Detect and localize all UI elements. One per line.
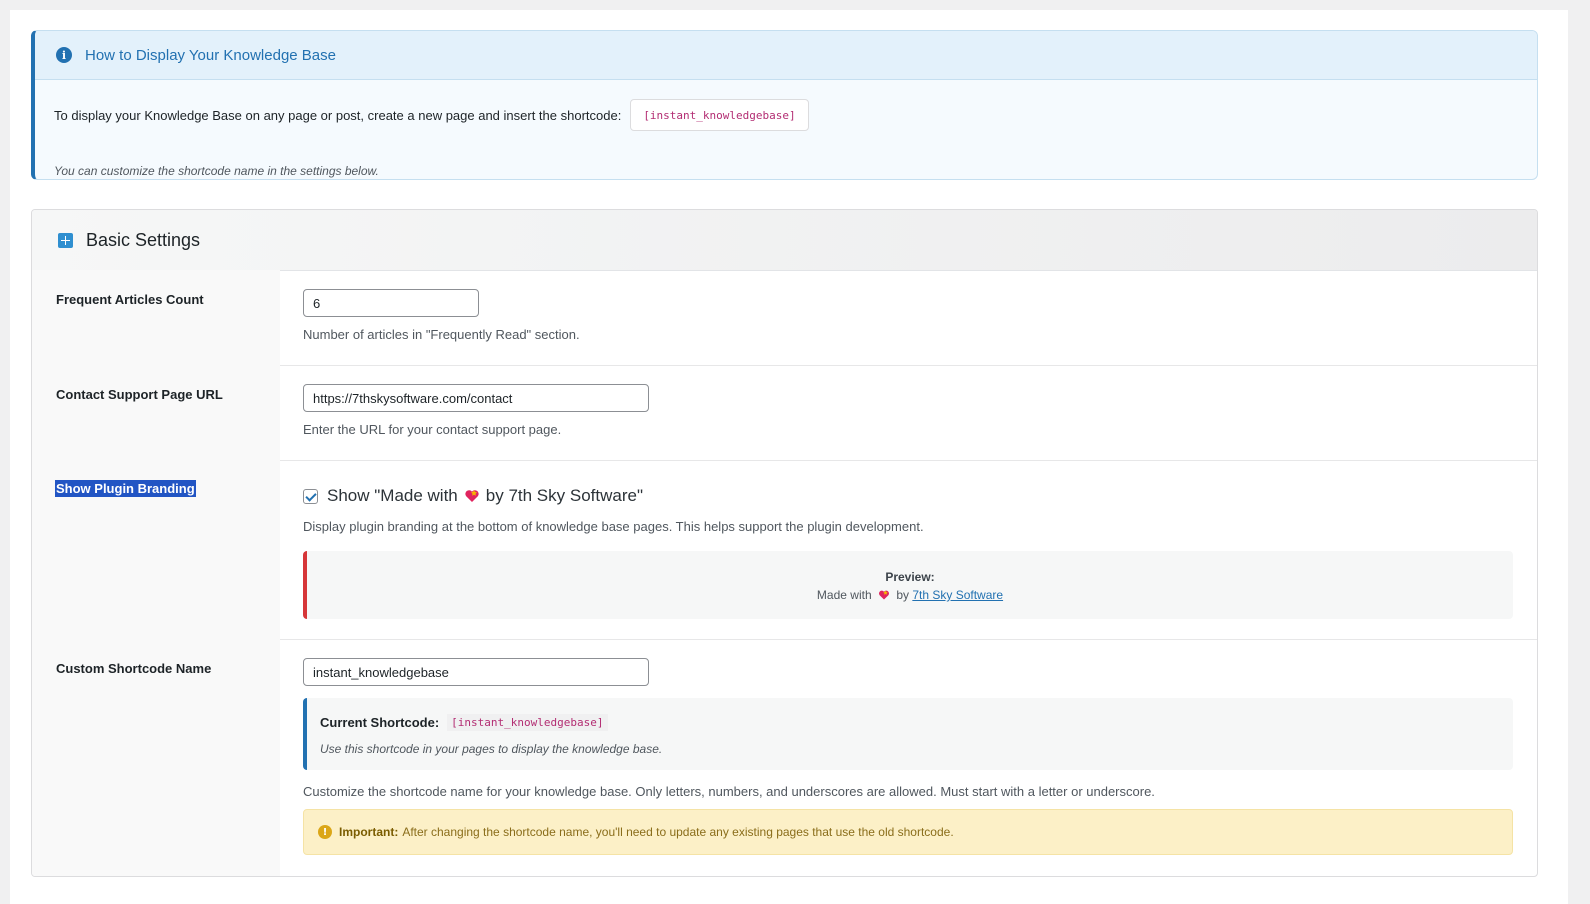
branding-checkbox-suffix: by 7th Sky Software" (485, 486, 643, 505)
setting-row-contact-url: Contact Support Page URL Enter the URL f… (32, 365, 1537, 461)
shortcode-name-input[interactable] (303, 658, 649, 686)
branding-label: Show Plugin Branding (55, 480, 196, 497)
contact-url-label: Contact Support Page URL (56, 387, 223, 402)
heart-icon (465, 490, 479, 502)
current-shortcode-box: Current Shortcode: [instant_knowledgebas… (303, 698, 1513, 770)
warning-icon: ! (318, 825, 332, 839)
branding-preview: Preview: Made with by 7th Sky Software (303, 551, 1513, 619)
preview-title: Preview: (885, 570, 935, 584)
basic-settings-panel: Basic Settings Frequent Articles Count N… (31, 209, 1538, 877)
notice-instruction-text: To display your Knowledge Base on any pa… (54, 107, 622, 123)
current-shortcode-code[interactable]: [instant_knowledgebase] (447, 714, 608, 731)
heart-icon (878, 590, 889, 600)
branding-checkbox-line[interactable]: Show "Made with by 7th Sky Software" (303, 486, 643, 506)
contact-url-description: Enter the URL for your contact support p… (303, 422, 562, 437)
preview-by: by (896, 588, 909, 602)
frequent-articles-input[interactable] (303, 289, 479, 317)
branding-description: Display plugin branding at the bottom of… (303, 519, 924, 534)
settings-page: i How to Display Your Knowledge Base To … (10, 10, 1568, 904)
shortcode-name-label: Custom Shortcode Name (56, 661, 212, 676)
preview-link[interactable]: 7th Sky Software (912, 588, 1003, 602)
shortcode-display[interactable]: [instant_knowledgebase] (630, 99, 809, 131)
warning-strong: Important: (339, 825, 399, 839)
settings-icon (58, 232, 73, 248)
display-instructions-notice: i How to Display Your Knowledge Base To … (31, 30, 1538, 180)
notice-note: You can customize the shortcode name in … (54, 164, 379, 178)
notice-instruction: To display your Knowledge Base on any pa… (54, 99, 809, 131)
setting-row-frequent-articles: Frequent Articles Count Number of articl… (32, 270, 1537, 366)
notice-header: i How to Display Your Knowledge Base (35, 31, 1537, 80)
branding-checkbox[interactable] (303, 488, 318, 504)
frequent-articles-label: Frequent Articles Count (56, 292, 204, 307)
current-shortcode-label: Current Shortcode: (320, 715, 440, 730)
branding-checkbox-prefix: Show "Made with (327, 486, 458, 505)
shortcode-name-description: Customize the shortcode name for your kn… (303, 784, 1155, 799)
preview-line: Made with by 7th Sky Software (307, 588, 1513, 602)
setting-row-branding: Show Plugin Branding Show "Made with by … (32, 460, 1537, 640)
panel-header: Basic Settings (32, 210, 1537, 271)
contact-url-input[interactable] (303, 384, 649, 412)
warning-text: After changing the shortcode name, you'l… (402, 825, 954, 839)
shortcode-warning: ! Important: After changing the shortcod… (303, 809, 1513, 855)
setting-row-shortcode-name: Custom Shortcode Name Current Shortcode:… (32, 639, 1537, 876)
panel-title: Basic Settings (86, 229, 201, 250)
info-icon: i (56, 47, 72, 63)
preview-prefix: Made with (816, 588, 872, 602)
notice-title: How to Display Your Knowledge Base (85, 46, 336, 64)
frequent-articles-description: Number of articles in "Frequently Read" … (303, 327, 580, 342)
current-shortcode-note: Use this shortcode in your pages to disp… (320, 742, 663, 756)
